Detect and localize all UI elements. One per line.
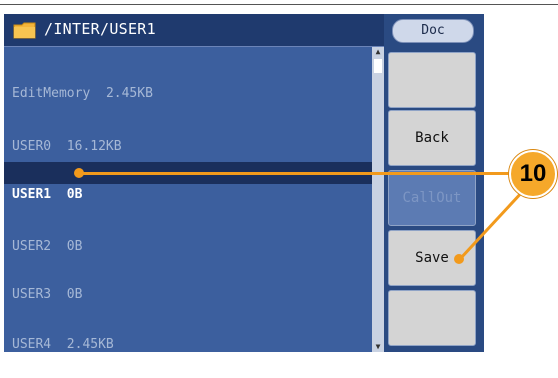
file-name: EditMemory [12, 86, 91, 101]
file-size: 16.12KB [66, 139, 122, 154]
scroll-down-icon[interactable]: ▼ [372, 342, 384, 352]
back-button[interactable]: Back [388, 110, 476, 166]
callout-dot-selected [74, 168, 84, 178]
scroll-thumb[interactable] [374, 59, 382, 73]
file-name: USER4 [12, 337, 52, 352]
top-divider [0, 4, 558, 5]
callout-number-badge: 10 [509, 150, 557, 198]
softkey-6-button[interactable] [388, 290, 476, 346]
file-size: 0B [66, 287, 83, 302]
list-item[interactable]: USER3 0B [4, 262, 372, 302]
softkey-1-button[interactable] [388, 52, 476, 108]
callout-dot-save [454, 254, 464, 264]
file-name: USER3 [12, 287, 52, 302]
file-size: 0B [66, 239, 83, 254]
file-name: USER0 [12, 139, 52, 154]
doc-tab[interactable]: Doc [392, 19, 474, 43]
list-item[interactable]: EditMemory 2.45KB [4, 61, 372, 101]
list-item[interactable]: USER2 0B [4, 214, 372, 254]
file-size: 0B [66, 187, 83, 202]
scrollbar[interactable]: ▲ ▼ [372, 47, 384, 352]
list-item[interactable]: USER0 16.12KB [4, 114, 372, 154]
callout-line-selected [78, 172, 511, 175]
folder-icon [13, 22, 36, 39]
list-item[interactable]: USER4 2.45KB [4, 312, 372, 352]
file-list: EditMemory 2.45KB USER0 16.12KB USER1 0B… [4, 47, 372, 352]
file-name: USER1 [12, 187, 52, 202]
file-size: 2.45KB [105, 86, 153, 101]
current-path: /INTER/USER1 [44, 20, 156, 38]
scroll-up-icon[interactable]: ▲ [372, 47, 384, 57]
file-size: 2.45KB [66, 337, 114, 352]
file-name: USER2 [12, 239, 52, 254]
title-bar: /INTER/USER1 [4, 14, 384, 47]
